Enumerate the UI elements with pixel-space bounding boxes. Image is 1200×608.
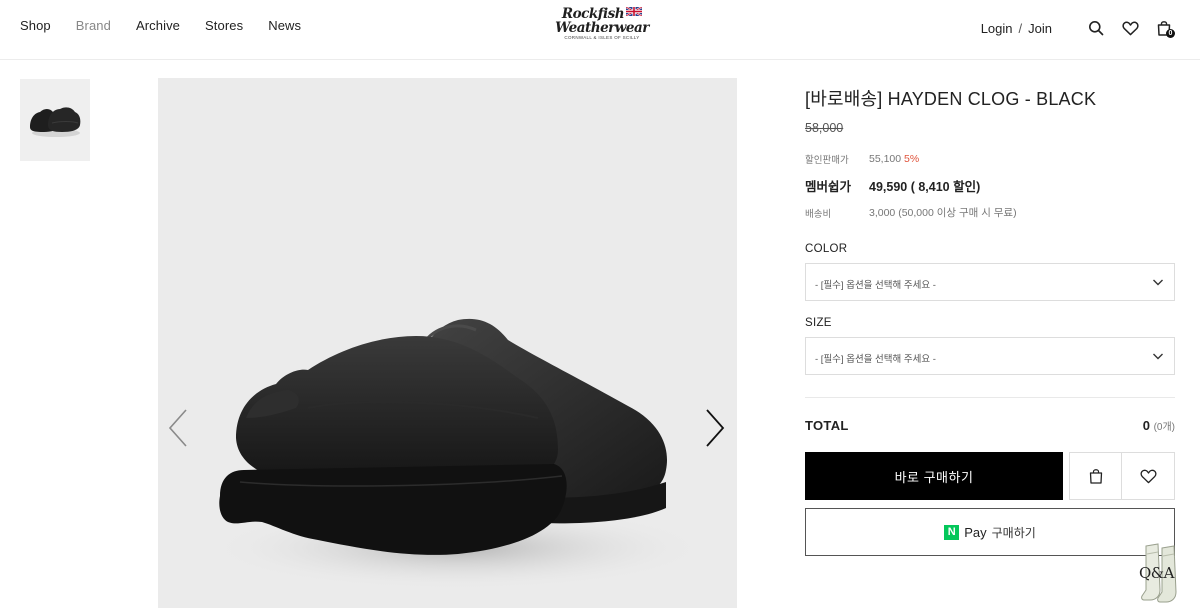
clog-thumbnail-image — [20, 79, 90, 161]
cart-bag-icon[interactable]: 0 — [1154, 18, 1175, 38]
color-option-label: COLOR — [805, 243, 848, 255]
auth-separator: / — [1018, 20, 1023, 36]
original-price: 58,000 — [805, 121, 844, 135]
chevron-down-icon — [1153, 279, 1163, 286]
total-value: 0 — [1142, 418, 1150, 433]
next-image-arrow[interactable] — [703, 408, 727, 448]
total-value-wrap: 0 (0개) — [1143, 418, 1175, 433]
nav-brand[interactable]: Brand — [76, 18, 111, 33]
sale-price: 55,100 — [869, 153, 902, 165]
prev-image-arrow[interactable] — [166, 408, 190, 448]
total-row: TOTAL 0 (0개) — [805, 418, 1175, 433]
chevron-down-icon — [1153, 353, 1163, 360]
size-option-label: SIZE — [805, 317, 832, 329]
chevron-left-icon — [168, 409, 187, 447]
size-select[interactable]: - [필수] 옵션을 선택해 주세요 - — [805, 337, 1175, 375]
product-title: [바로배송] HAYDEN CLOG - BLACK — [805, 89, 1097, 109]
join-link[interactable]: Join — [1028, 21, 1052, 36]
union-flag-icon — [626, 7, 643, 16]
site-header: Shop Brand Archive Stores News Rockfish … — [0, 0, 1200, 60]
qa-label: Q&A — [1139, 564, 1174, 582]
color-select-placeholder: - [필수] 옵션을 선택해 주세요 - — [815, 280, 936, 291]
shopping-bag-icon — [1089, 469, 1102, 484]
discount-rate: 5% — [904, 153, 920, 165]
main-nav: Shop Brand Archive Stores News — [20, 18, 326, 33]
cart-count-badge: 0 — [1166, 29, 1175, 38]
nav-archive[interactable]: Archive — [136, 18, 180, 33]
sale-price-row: 할인판매가 55,100 5% — [805, 152, 1175, 166]
add-to-wishlist-button[interactable] — [1122, 452, 1175, 500]
naver-pay-button[interactable]: N Pay 구매하기 — [805, 508, 1175, 556]
purchase-actions: 바로 구매하기 — [805, 452, 1175, 500]
nav-news[interactable]: News — [268, 18, 301, 33]
color-select[interactable]: - [필수] 옵션을 선택해 주세요 - — [805, 263, 1175, 301]
shipping-label: 배송비 — [805, 208, 832, 220]
sale-price-label: 할인판매가 — [805, 155, 849, 166]
qa-floating-button[interactable]: Q&A — [1138, 540, 1190, 608]
brand-logo[interactable]: Rockfish Weatherwear CORNWALL & ISLES OF… — [552, 7, 652, 47]
chevron-right-icon — [706, 409, 725, 447]
auth-links: Login / Join — [981, 21, 1052, 36]
sale-price-value: 55,100 5% — [869, 153, 919, 165]
nav-stores[interactable]: Stores — [205, 18, 243, 33]
search-icon[interactable] — [1086, 18, 1106, 38]
naver-pay-logo: N — [944, 524, 960, 540]
wishlist-heart-icon[interactable] — [1120, 18, 1140, 38]
hayden-clog-image — [208, 318, 708, 590]
naver-pay-buy-label: 구매하기 — [991, 525, 1036, 540]
member-price-label: 멤버쉽가 — [805, 180, 852, 194]
product-info-panel: [바로배송] HAYDEN CLOG - BLACK 58,000 할인판매가 … — [805, 85, 1175, 556]
heart-icon — [1140, 469, 1156, 483]
naver-pay-label: Pay — [964, 524, 987, 540]
member-price-row: 멤버쉽가 49,590 ( 8,410 할인) — [805, 176, 1175, 195]
total-label: TOTAL — [805, 418, 849, 433]
login-link[interactable]: Login — [981, 21, 1013, 36]
product-thumbnail[interactable] — [20, 79, 90, 161]
member-price-value: 49,590 ( 8,410 할인) — [869, 180, 981, 194]
total-count: (0개) — [1153, 422, 1175, 433]
size-select-placeholder: - [필수] 옵션을 선택해 주세요 - — [815, 354, 936, 365]
shipping-value: 3,000 (50,000 이상 구매 시 무료) — [869, 207, 1017, 219]
logo-line2: Weatherwear — [555, 20, 649, 36]
header-actions: Login / Join 0 — [981, 18, 1175, 38]
nav-shop[interactable]: Shop — [20, 18, 51, 33]
buy-now-button[interactable]: 바로 구매하기 — [805, 452, 1063, 500]
logo-tagline: CORNWALL & ISLES OF SCILLY — [564, 35, 640, 40]
main-product-image — [158, 78, 737, 608]
shipping-row: 배송비 3,000 (50,000 이상 구매 시 무료) — [805, 205, 1175, 220]
add-to-cart-button[interactable] — [1069, 452, 1122, 500]
options-divider — [805, 397, 1175, 398]
